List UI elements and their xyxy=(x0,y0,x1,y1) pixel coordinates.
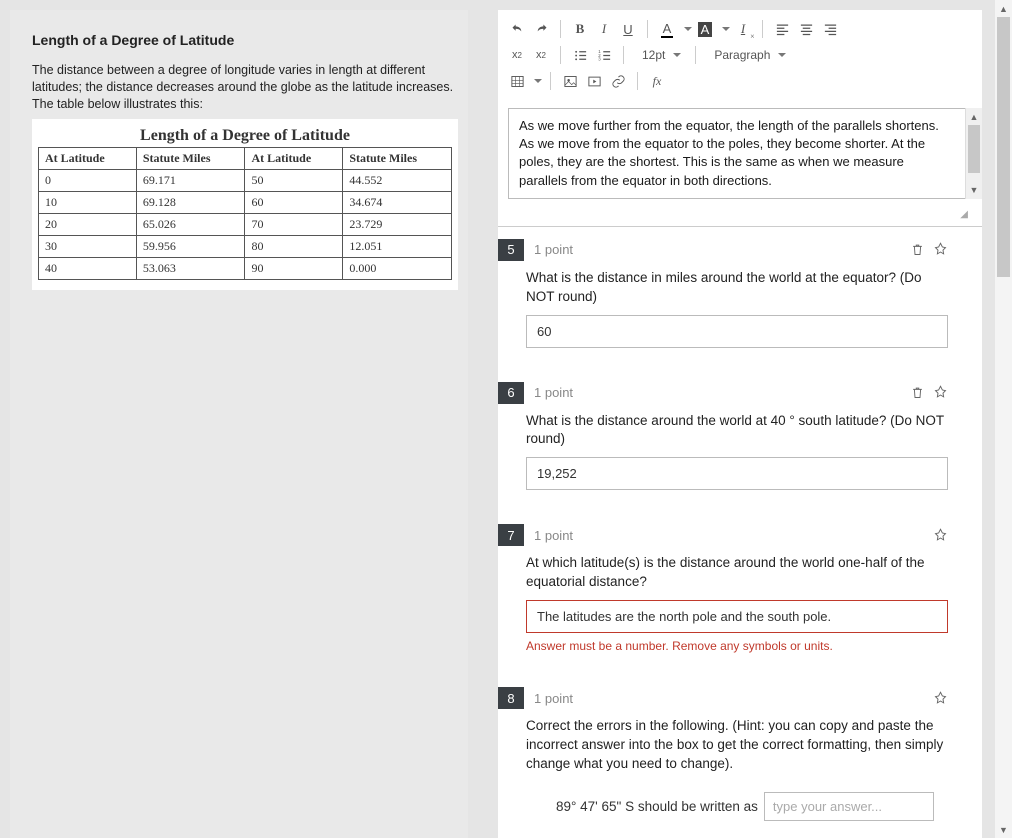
equation-button[interactable]: fx xyxy=(646,70,668,92)
th-at-latitude-2: At Latitude xyxy=(245,147,343,169)
text-color-dropdown-icon[interactable] xyxy=(684,27,692,31)
question-number: 5 xyxy=(498,239,524,261)
subscript-button[interactable]: x2 xyxy=(530,44,552,66)
align-left-button[interactable] xyxy=(771,18,793,40)
pin-icon[interactable] xyxy=(933,691,948,706)
redo-icon[interactable] xyxy=(530,18,552,40)
answer-input-q6[interactable] xyxy=(526,457,948,490)
question-points: 1 point xyxy=(534,528,573,543)
reference-panel: Length of a Degree of Latitude The dista… xyxy=(10,10,468,838)
pin-icon[interactable] xyxy=(933,385,948,400)
paragraph-style-select[interactable]: Paragraph xyxy=(704,44,792,66)
question-points: 1 point xyxy=(534,691,573,706)
table-insert-button[interactable] xyxy=(506,70,528,92)
bold-button[interactable]: B xyxy=(569,18,591,40)
latitude-table: At Latitude Statute Miles At Latitude St… xyxy=(38,147,452,280)
question-7: 7 1 point At which latitude(s) is the di… xyxy=(498,512,982,675)
link-insert-button[interactable] xyxy=(607,70,629,92)
scroll-down-arrow[interactable]: ▼ xyxy=(995,821,1012,838)
scroll-up-arrow[interactable]: ▲ xyxy=(995,0,1012,17)
table-row: 3059.9568012.051 xyxy=(39,235,452,257)
editor-content[interactable]: As we move further from the equator, the… xyxy=(508,108,972,199)
editor-scroll-down-icon[interactable]: ▼ xyxy=(966,182,982,199)
th-at-latitude-1: At Latitude xyxy=(39,147,137,169)
table-title: Length of a Degree of Latitude xyxy=(38,123,452,147)
page-scrollbar[interactable]: ▲ ▼ xyxy=(995,0,1012,838)
th-statute-miles-1: Statute Miles xyxy=(136,147,245,169)
bullet-list-button[interactable] xyxy=(569,44,591,66)
question-prompt: Correct the errors in the following. (Hi… xyxy=(526,717,948,774)
editor-resize-handle[interactable]: ◢ xyxy=(498,209,982,226)
font-size-select[interactable]: 12pt xyxy=(632,44,687,66)
question-6: 6 1 point What is the distance around th… xyxy=(498,370,982,513)
table-header-row: At Latitude Statute Miles At Latitude St… xyxy=(39,147,452,169)
table-row: 1069.1286034.674 xyxy=(39,191,452,213)
pin-icon[interactable] xyxy=(933,242,948,257)
inline-label-q8: 89° 47' 65" S should be written as xyxy=(556,799,758,814)
undo-icon[interactable] xyxy=(506,18,528,40)
answer-input-q8[interactable] xyxy=(764,792,934,821)
clear-format-button[interactable]: I× xyxy=(732,18,754,40)
question-prompt: At which latitude(s) is the distance aro… xyxy=(526,554,948,592)
answer-input-q5[interactable] xyxy=(526,315,948,348)
rich-text-editor: B I U A A I× x2 xyxy=(498,10,982,227)
highlight-button[interactable]: A xyxy=(694,18,716,40)
delete-icon[interactable] xyxy=(910,385,925,400)
answer-panel: B I U A A I× x2 xyxy=(498,10,982,838)
table-row: 4053.063900.000 xyxy=(39,257,452,279)
highlight-dropdown-icon[interactable] xyxy=(722,27,730,31)
number-list-button[interactable]: 123 xyxy=(593,44,615,66)
table-dropdown-icon[interactable] xyxy=(534,79,542,83)
question-points: 1 point xyxy=(534,385,573,400)
table-row: 2065.0267023.729 xyxy=(39,213,452,235)
align-center-button[interactable] xyxy=(795,18,817,40)
question-5: 5 1 point What is the distance in miles … xyxy=(498,227,982,370)
editor-scroll-up-icon[interactable]: ▲ xyxy=(966,108,982,125)
superscript-button[interactable]: x2 xyxy=(506,44,528,66)
question-points: 1 point xyxy=(534,242,573,257)
question-8: 8 1 point Correct the errors in the foll… xyxy=(498,675,982,838)
text-color-button[interactable]: A xyxy=(656,18,678,40)
th-statute-miles-2: Statute Miles xyxy=(343,147,452,169)
scroll-thumb[interactable] xyxy=(997,17,1010,277)
delete-icon[interactable] xyxy=(910,242,925,257)
table-row: 069.1715044.552 xyxy=(39,169,452,191)
pin-icon[interactable] xyxy=(933,528,948,543)
reference-intro: The distance between a degree of longitu… xyxy=(32,62,458,113)
answer-input-q7[interactable] xyxy=(526,600,948,633)
italic-button[interactable]: I xyxy=(593,18,615,40)
question-number: 8 xyxy=(498,687,524,709)
latitude-table-wrap: Length of a Degree of Latitude At Latitu… xyxy=(32,119,458,290)
reference-title: Length of a Degree of Latitude xyxy=(32,32,458,48)
svg-text:3: 3 xyxy=(598,56,601,61)
editor-toolbar: B I U A A I× x2 xyxy=(498,10,982,98)
align-right-button[interactable] xyxy=(819,18,841,40)
editor-scroll-thumb[interactable] xyxy=(968,125,980,173)
media-insert-button[interactable] xyxy=(583,70,605,92)
question-number: 6 xyxy=(498,382,524,404)
editor-scrollbar[interactable]: ▲ ▼ xyxy=(965,108,982,199)
answer-error-q7: Answer must be a number. Remove any symb… xyxy=(526,639,948,653)
question-prompt: What is the distance around the world at… xyxy=(526,412,948,450)
image-insert-button[interactable] xyxy=(559,70,581,92)
question-number: 7 xyxy=(498,524,524,546)
question-prompt: What is the distance in miles around the… xyxy=(526,269,948,307)
underline-button[interactable]: U xyxy=(617,18,639,40)
